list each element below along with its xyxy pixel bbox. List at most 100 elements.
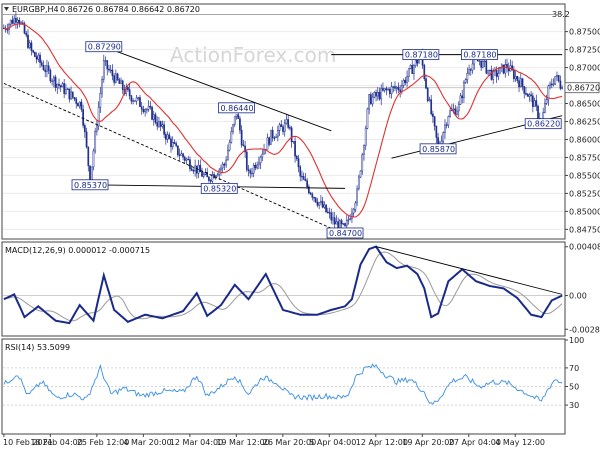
candle-body — [42, 65, 45, 71]
candle-body — [332, 217, 334, 221]
candle-body — [66, 88, 69, 90]
candle-body — [68, 88, 71, 100]
candle-body — [202, 174, 205, 177]
candle-body — [13, 17, 16, 24]
candle-body — [254, 165, 257, 169]
candle-body — [108, 68, 110, 71]
candle-body — [316, 201, 319, 206]
candle-body — [139, 97, 141, 107]
candle-body — [220, 167, 222, 171]
candle-body — [306, 180, 308, 187]
candle-body — [245, 151, 248, 170]
price-label-text: 0.85370 — [74, 181, 107, 190]
candle-body — [380, 88, 383, 100]
candle-body — [519, 78, 522, 88]
candle-body — [488, 69, 491, 72]
rsi-tick-label: 30 — [569, 401, 579, 410]
price-label-text: 0.87180 — [463, 51, 496, 60]
candle-body — [313, 197, 315, 199]
candle-body — [330, 212, 333, 221]
candle-body — [326, 211, 329, 213]
candle-body — [242, 144, 245, 147]
candle-body — [345, 220, 348, 227]
candle-body — [402, 79, 405, 86]
candle-body — [190, 168, 193, 171]
candle-body — [432, 113, 434, 117]
candle-body — [75, 98, 78, 104]
price-tick-label: 0.85000 — [569, 207, 600, 216]
candle-body — [342, 223, 345, 225]
candle-body — [195, 165, 198, 174]
candle-body — [423, 65, 426, 79]
candle-body — [178, 154, 181, 156]
candle-body — [482, 60, 484, 68]
candle-body — [128, 89, 131, 97]
candle-body — [273, 137, 276, 139]
candle-body — [390, 86, 393, 95]
candle-body — [149, 106, 152, 108]
candle-body — [65, 89, 67, 94]
candle-body — [182, 153, 184, 158]
candle-body — [378, 91, 381, 100]
x-tick-label: 4 Mar 20:00 — [123, 438, 171, 447]
candle-body — [261, 153, 264, 158]
x-tick-label: 12 Mar 04:00 — [170, 438, 223, 447]
symbol-label: EURGBP,H4 — [12, 5, 59, 14]
candle-body — [189, 159, 191, 170]
candle-body — [152, 114, 155, 120]
candle-body — [485, 60, 488, 74]
candle-body — [101, 79, 103, 94]
candle-body — [550, 83, 553, 86]
candle-body — [461, 95, 464, 99]
candle-body — [170, 138, 172, 148]
candle-body — [142, 108, 145, 113]
price-tick-label: 0.85500 — [569, 171, 600, 180]
candle-body — [325, 204, 327, 213]
candle-body — [173, 142, 176, 144]
candle-body — [368, 94, 371, 110]
candle-body — [97, 106, 100, 127]
candle-body — [552, 83, 555, 86]
candle-body — [409, 65, 412, 69]
candle-body — [385, 88, 388, 90]
macd-title: MACD(12,26,9) 0.000012 -0.000715 — [5, 246, 150, 255]
candle-body — [397, 86, 400, 91]
candle-body — [133, 100, 136, 102]
candle-body — [447, 116, 450, 126]
candle-body — [435, 125, 438, 138]
candle-body — [352, 209, 355, 214]
candle-body — [347, 219, 350, 221]
x-tick-label: 19 Apr 20:00 — [402, 438, 454, 447]
candle-body — [495, 69, 498, 77]
candle-body — [233, 116, 236, 125]
candle-body — [518, 80, 520, 88]
candle-body — [132, 100, 134, 102]
candle-body — [56, 83, 59, 88]
candle-body — [394, 86, 396, 89]
candle-body — [452, 108, 455, 111]
candle-body — [399, 89, 402, 92]
candle-body — [535, 100, 538, 107]
candle-body — [230, 131, 233, 143]
candle-body — [430, 99, 433, 115]
candle-body — [37, 54, 40, 60]
candle-body — [180, 153, 183, 156]
candle-body — [382, 88, 384, 91]
candle-body — [318, 202, 321, 206]
candle-body — [404, 79, 407, 83]
candle-body — [442, 132, 445, 142]
candle-body — [356, 188, 358, 204]
candle-body — [252, 165, 255, 174]
candle-body — [554, 76, 557, 85]
candle-body — [516, 76, 519, 81]
candle-body — [140, 106, 143, 110]
candle-body — [32, 50, 35, 53]
price-label-text: 0.87290 — [88, 43, 121, 52]
candle-body — [292, 141, 295, 143]
candle-body — [225, 159, 227, 166]
candle-body — [87, 146, 90, 167]
candle-body — [533, 100, 536, 107]
candle-body — [268, 137, 271, 145]
candle-body — [183, 156, 186, 161]
x-tick-label: 12 Apr 12:00 — [356, 438, 408, 447]
